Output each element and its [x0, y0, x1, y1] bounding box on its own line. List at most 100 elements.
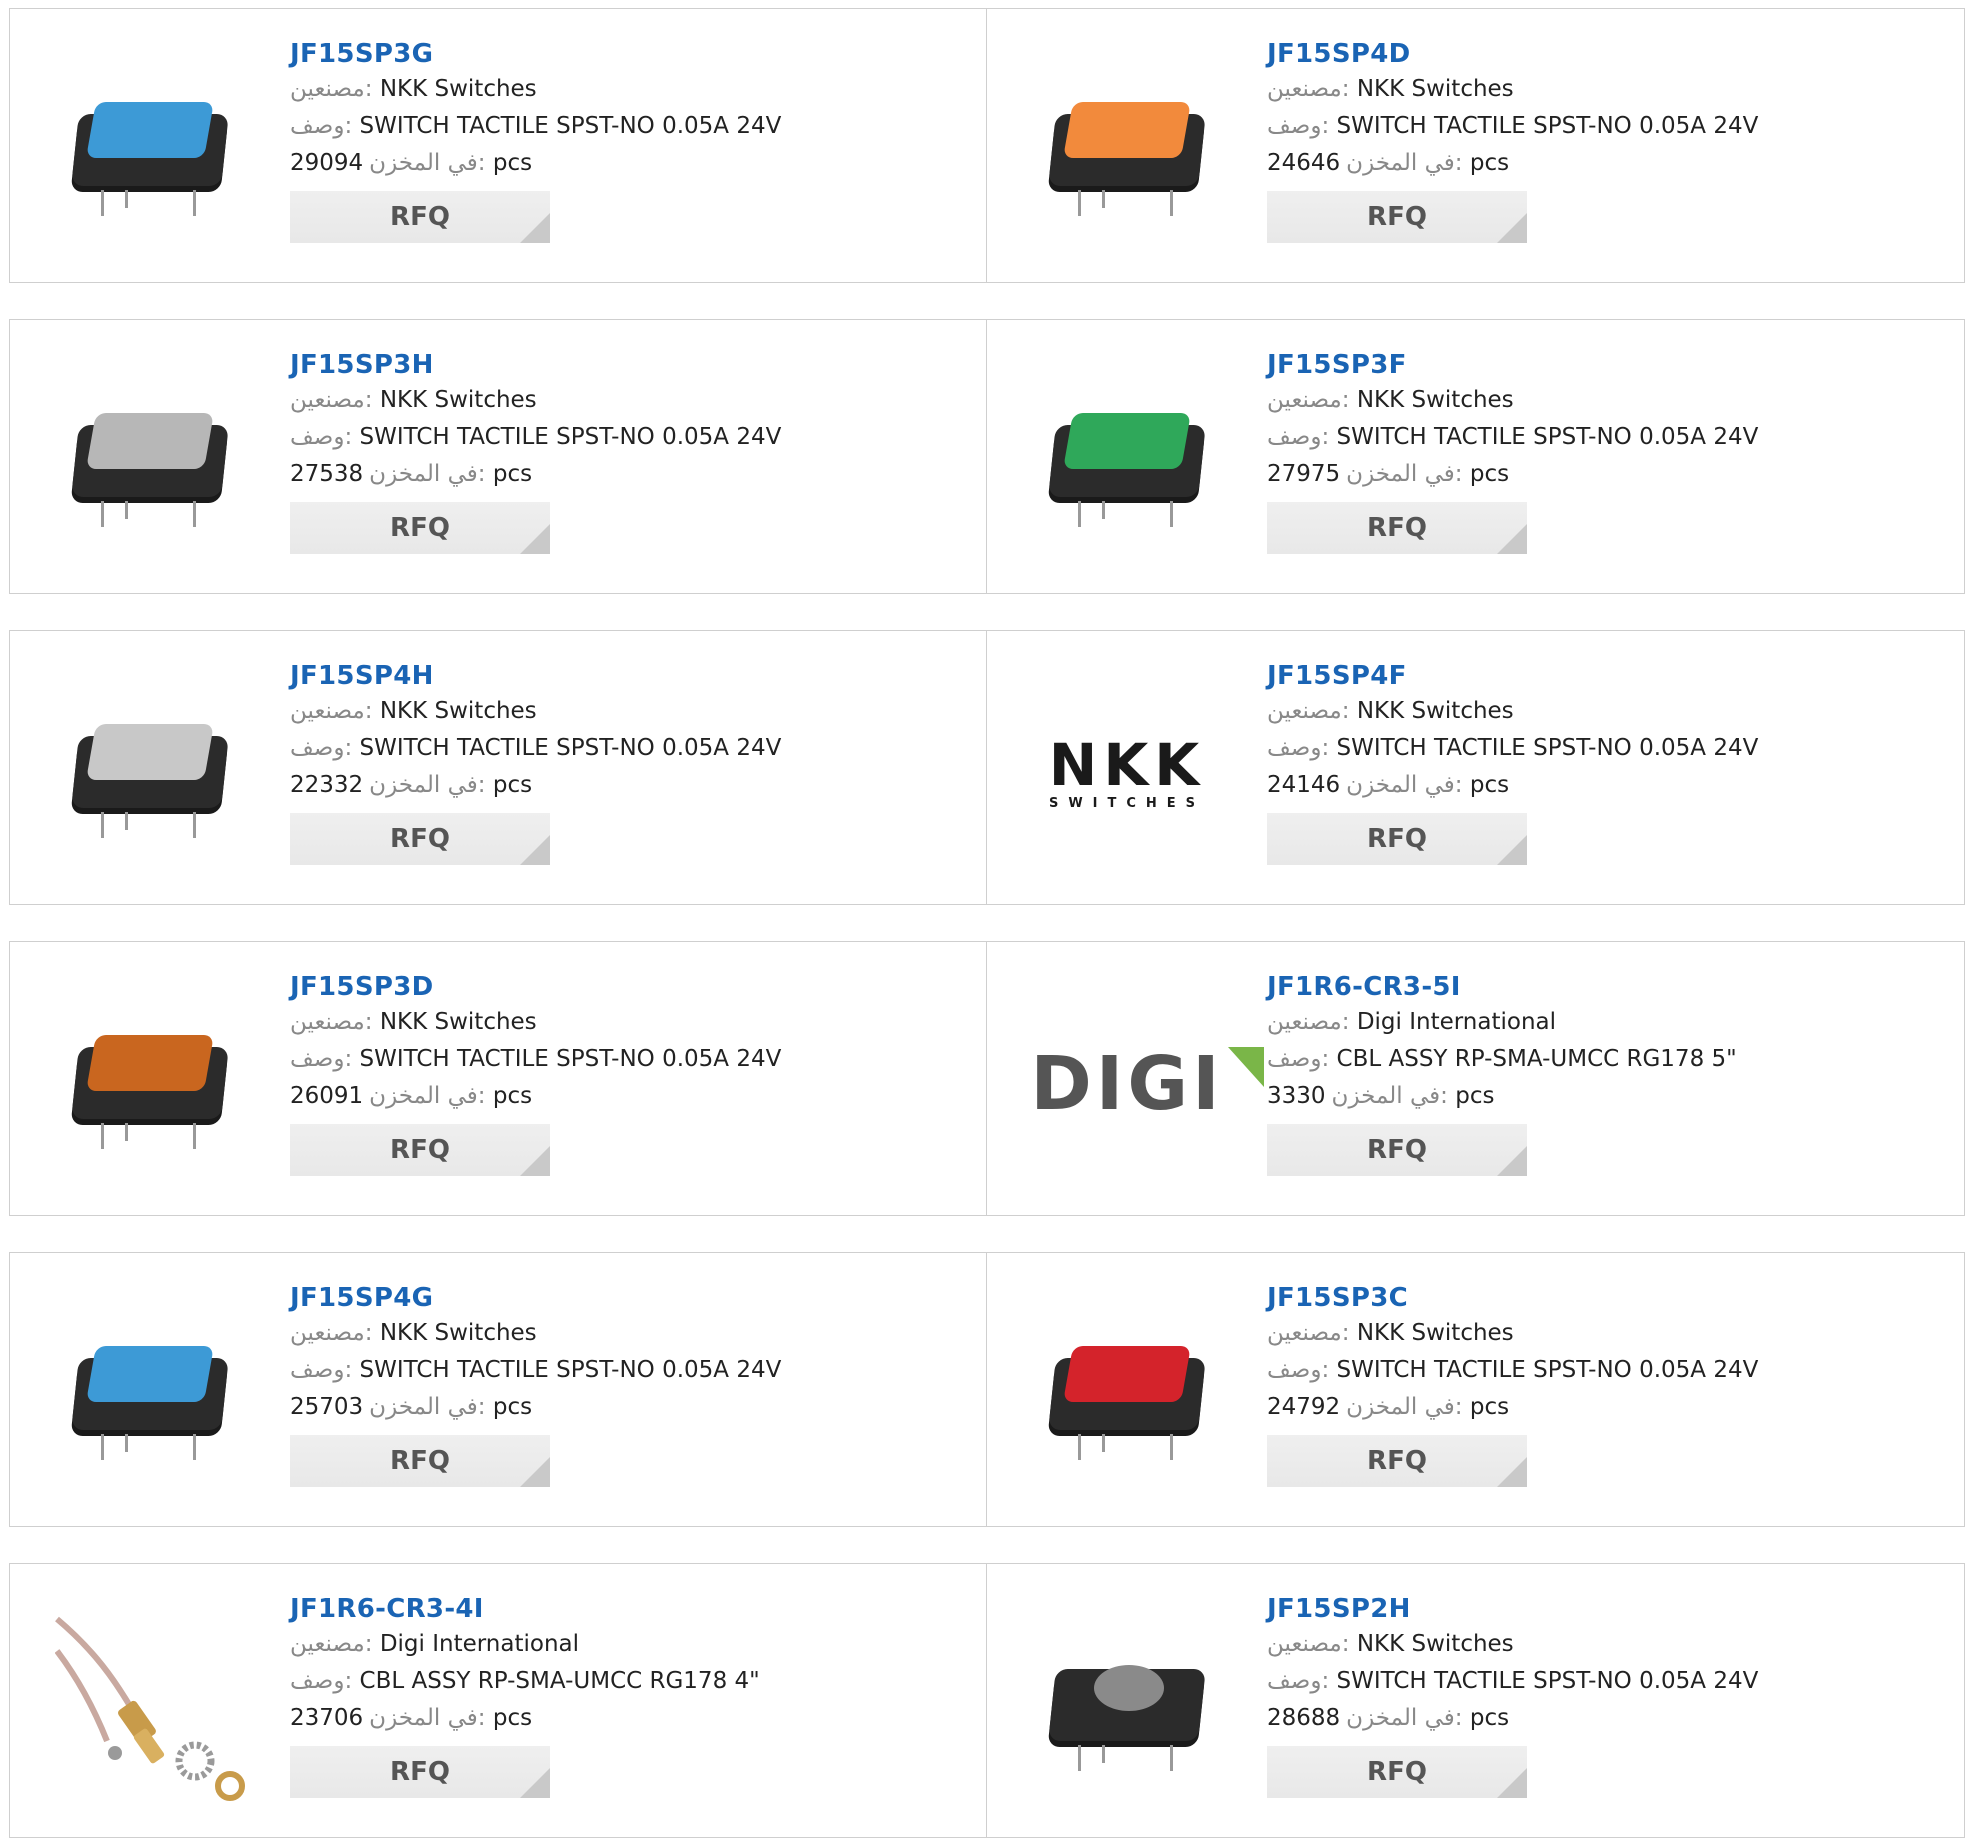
digi-international-logo[interactable]: DIGI: [1030, 1041, 1264, 1127]
tactile-switch-image[interactable]: [65, 708, 235, 838]
rfq-label: RFQ: [1367, 824, 1427, 854]
product-info: JF15SP3D مصنعين: NKK Switches وصف: SWITCH …: [290, 970, 910, 1176]
stock-unit: pcs: [1455, 1083, 1495, 1109]
manufacturer-value: NKK Switches: [1356, 1631, 1514, 1657]
rfq-button[interactable]: RFQ: [1267, 191, 1527, 243]
product-thumbnail[interactable]: [1027, 362, 1227, 562]
tactile-switch-image[interactable]: [65, 1330, 235, 1460]
product-thumbnail[interactable]: [50, 1606, 250, 1806]
part-number-link[interactable]: JF15SP3H: [290, 348, 910, 382]
product-thumbnail[interactable]: [50, 673, 250, 873]
description-label: وصف:: [290, 735, 353, 761]
description-value: SWITCH TACTILE SPST-NO 0.05A 24V: [359, 113, 782, 139]
description-line: وصف: SWITCH TACTILE SPST-NO 0.05A 24V: [290, 730, 910, 767]
rfq-button[interactable]: RFQ: [290, 1435, 550, 1487]
rfq-button[interactable]: RFQ: [1267, 502, 1527, 554]
tactile-switch-image[interactable]: [1042, 397, 1212, 527]
product-thumbnail[interactable]: [1027, 1295, 1227, 1495]
description-line: وصف: CBL ASSY RP-SMA-UMCC RG178 4": [290, 1663, 910, 1700]
manufacturer-line: مصنعين: Digi International: [1267, 1004, 1887, 1041]
corner-fold-icon: [520, 213, 550, 243]
product-thumbnail[interactable]: [1027, 51, 1227, 251]
tactile-switch-image[interactable]: [1042, 86, 1212, 216]
part-number-link[interactable]: JF15SP3G: [290, 37, 910, 71]
rfq-button[interactable]: RFQ: [1267, 1435, 1527, 1487]
tactile-switch-image[interactable]: [1042, 1330, 1212, 1460]
part-number-link[interactable]: JF1R6-CR3-4I: [290, 1592, 910, 1626]
part-number-link[interactable]: JF15SP4G: [290, 1281, 910, 1315]
stock-unit: pcs: [492, 1083, 533, 1109]
rfq-label: RFQ: [1367, 1446, 1427, 1476]
manufacturer-value: NKK Switches: [379, 76, 537, 102]
rfq-button[interactable]: RFQ: [290, 502, 550, 554]
rfq-label: RFQ: [1367, 1135, 1427, 1165]
stock-unit: pcs: [1469, 1394, 1510, 1420]
nkk-switches-logo[interactable]: NKK SWITCHES: [1049, 736, 1205, 811]
tactile-switch-image[interactable]: [1042, 1641, 1212, 1771]
description-line: وصف: SWITCH TACTILE SPST-NO 0.05A 24V: [1267, 1352, 1887, 1389]
stock-value: 29094: [290, 150, 364, 176]
product-thumbnail[interactable]: NKK SWITCHES: [1027, 673, 1227, 873]
part-number-link[interactable]: JF15SP4H: [290, 659, 910, 693]
product-thumbnail[interactable]: [50, 51, 250, 251]
rfq-button[interactable]: RFQ: [1267, 1746, 1527, 1798]
corner-fold-icon: [1497, 524, 1527, 554]
rfq-button[interactable]: RFQ: [290, 1746, 550, 1798]
product-thumbnail[interactable]: [50, 362, 250, 562]
rfq-button[interactable]: RFQ: [290, 1124, 550, 1176]
product-card: JF15SP4D مصنعين: NKK Switches وصف: SWITCH …: [986, 8, 1965, 283]
stock-label: في المخزن:: [369, 1394, 486, 1420]
description-value: SWITCH TACTILE SPST-NO 0.05A 24V: [1336, 113, 1759, 139]
manufacturer-label: مصنعين:: [290, 76, 373, 102]
product-thumbnail[interactable]: [50, 984, 250, 1184]
part-number-link[interactable]: JF15SP3F: [1267, 348, 1887, 382]
manufacturer-value: NKK Switches: [379, 387, 537, 413]
rfq-button[interactable]: RFQ: [1267, 813, 1527, 865]
description-value: SWITCH TACTILE SPST-NO 0.05A 24V: [359, 735, 782, 761]
part-number-link[interactable]: JF1R6-CR3-5I: [1267, 970, 1887, 1004]
description-line: وصف: SWITCH TACTILE SPST-NO 0.05A 24V: [1267, 108, 1887, 145]
product-info: JF15SP4D مصنعين: NKK Switches وصف: SWITCH …: [1267, 37, 1887, 243]
manufacturer-line: مصنعين: NKK Switches: [290, 1315, 910, 1352]
description-label: وصف:: [1267, 113, 1330, 139]
tactile-switch-image[interactable]: [65, 86, 235, 216]
stock-label: في المخزن:: [369, 772, 486, 798]
part-number-link[interactable]: JF15SP3D: [290, 970, 910, 1004]
manufacturer-line: مصنعين: NKK Switches: [290, 71, 910, 108]
description-label: وصف:: [1267, 735, 1330, 761]
manufacturer-label: مصنعين:: [290, 698, 373, 724]
description-line: وصف: SWITCH TACTILE SPST-NO 0.05A 24V: [290, 1352, 910, 1389]
stock-line: 3330 في المخزن: pcs: [1267, 1078, 1887, 1115]
product-thumbnail[interactable]: DIGI: [1027, 984, 1264, 1184]
cable-assembly-image[interactable]: [55, 1611, 245, 1801]
description-value: SWITCH TACTILE SPST-NO 0.05A 24V: [1336, 735, 1759, 761]
stock-value: 28688: [1267, 1705, 1341, 1731]
manufacturer-line: مصنعين: NKK Switches: [1267, 1626, 1887, 1663]
stock-value: 27975: [1267, 461, 1341, 487]
description-line: وصف: SWITCH TACTILE SPST-NO 0.05A 24V: [290, 1041, 910, 1078]
product-card: JF15SP2H مصنعين: NKK Switches وصف: SWITCH …: [986, 1563, 1965, 1838]
product-info: JF15SP4G مصنعين: NKK Switches وصف: SWITCH …: [290, 1281, 910, 1487]
part-number-link[interactable]: JF15SP4D: [1267, 37, 1887, 71]
stock-label: في المخزن:: [1331, 1083, 1448, 1109]
manufacturer-label: مصنعين:: [1267, 76, 1350, 102]
stock-unit: pcs: [1469, 772, 1510, 798]
part-number-link[interactable]: JF15SP3C: [1267, 1281, 1887, 1315]
description-label: وصف:: [1267, 1046, 1330, 1072]
product-thumbnail[interactable]: [1027, 1606, 1227, 1806]
description-value: CBL ASSY RP-SMA-UMCC RG178 5": [1336, 1046, 1737, 1072]
description-line: وصف: SWITCH TACTILE SPST-NO 0.05A 24V: [1267, 419, 1887, 456]
rfq-label: RFQ: [390, 202, 450, 232]
part-number-link[interactable]: JF15SP2H: [1267, 1592, 1887, 1626]
product-info: JF15SP3H مصنعين: NKK Switches وصف: SWITCH …: [290, 348, 910, 554]
rfq-button[interactable]: RFQ: [290, 191, 550, 243]
stock-unit: pcs: [492, 1394, 533, 1420]
manufacturer-line: مصنعين: NKK Switches: [290, 1004, 910, 1041]
product-thumbnail[interactable]: [50, 1295, 250, 1495]
part-number-link[interactable]: JF15SP4F: [1267, 659, 1887, 693]
rfq-button[interactable]: RFQ: [1267, 1124, 1527, 1176]
description-value: SWITCH TACTILE SPST-NO 0.05A 24V: [1336, 1668, 1759, 1694]
tactile-switch-image[interactable]: [65, 397, 235, 527]
tactile-switch-image[interactable]: [65, 1019, 235, 1149]
rfq-button[interactable]: RFQ: [290, 813, 550, 865]
